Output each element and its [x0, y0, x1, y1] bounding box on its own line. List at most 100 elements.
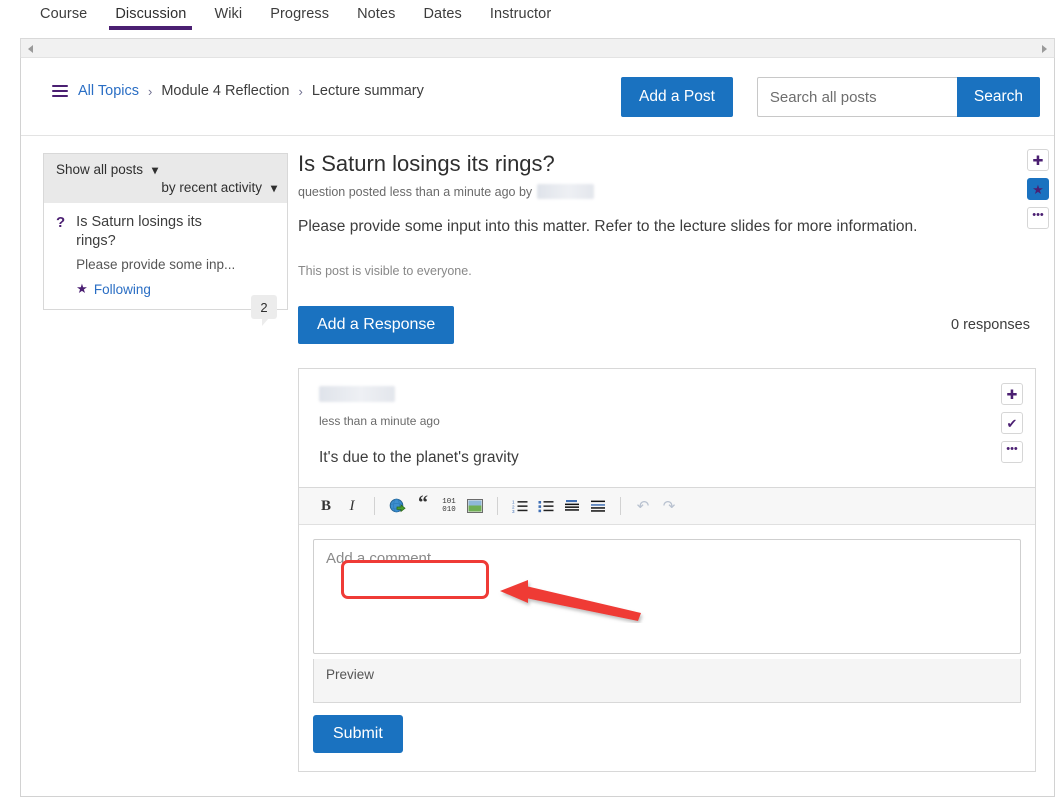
hamburger-icon[interactable]	[52, 85, 68, 97]
tab-label: Instructor	[489, 6, 552, 22]
tab-discussion[interactable]: Discussion	[101, 0, 200, 34]
tab-course[interactable]: Course	[26, 0, 101, 34]
course-tabs: Course Discussion Wiki Progress Notes Da…	[0, 0, 1060, 34]
list-item-title: Is Saturn losings its rings?	[76, 214, 202, 249]
comment-input[interactable]	[313, 539, 1021, 654]
star-icon[interactable]: ★	[1027, 178, 1049, 200]
question-mark-icon: ?	[56, 214, 66, 231]
response-text: It's due to the planet's gravity	[319, 449, 519, 466]
redacted-response-author	[319, 386, 395, 402]
post-meta-text: question posted less than a minute ago b…	[298, 184, 533, 199]
insert-image-icon[interactable]	[462, 494, 488, 518]
post-action-icons: ✚ ★ •••	[1027, 149, 1049, 229]
tab-label: Discussion	[115, 6, 187, 22]
following-indicator[interactable]: ★ Following	[76, 281, 235, 297]
blockquote-icon[interactable]: “	[410, 491, 436, 515]
submit-row: Submit	[299, 703, 1035, 771]
list-item-content: Is Saturn losings its rings? Please prov…	[76, 213, 235, 297]
comment-count-badge: 2	[251, 295, 277, 326]
tab-wiki[interactable]: Wiki	[200, 0, 256, 34]
plus-icon[interactable]: ✚	[1001, 383, 1023, 405]
toolbar-divider	[620, 497, 621, 515]
discussion-body: Show all posts ▾ by recent activity ▾ ?	[21, 136, 1054, 796]
scroll-right-arrow-icon[interactable]	[1042, 44, 1047, 53]
horizontal-scrollbar[interactable]	[20, 38, 1055, 58]
breadcrumb-current: Lecture summary	[311, 83, 424, 99]
editor-toolbar: B I “ 101 010 1 2 3 ↶ ↷	[299, 488, 1035, 525]
italic-icon[interactable]: I	[339, 494, 365, 518]
preview-pane: Preview	[313, 659, 1021, 703]
sort-label: by recent activity	[161, 180, 262, 195]
page-title: Is Saturn losings its rings?	[298, 151, 555, 176]
discussion-frame: All Topics › Module 4 Reflection › Lectu…	[20, 57, 1055, 797]
breadcrumb-module[interactable]: Module 4 Reflection	[161, 83, 289, 99]
search-group: Search	[756, 77, 1040, 117]
tab-label: Wiki	[214, 6, 243, 22]
tab-dates[interactable]: Dates	[409, 0, 475, 34]
tab-label: Notes	[357, 6, 396, 22]
header-actions: Add a Post Search	[621, 77, 1040, 117]
course-tab-bar: Course Discussion Wiki Progress Notes Da…	[0, 0, 1060, 34]
response-timestamp: less than a minute ago	[319, 414, 440, 428]
plus-icon[interactable]: ✚	[1027, 149, 1049, 171]
tab-label: Progress	[270, 6, 330, 22]
toolbar-divider	[497, 497, 498, 515]
post-meta: question posted less than a minute ago b…	[298, 184, 1036, 199]
search-input[interactable]	[756, 77, 957, 117]
filter-label: Show all posts	[56, 162, 144, 177]
list-item-snippet: Please provide some inp...	[76, 257, 236, 272]
more-options-icon[interactable]: •••	[1027, 207, 1049, 229]
tab-label: Course	[40, 6, 88, 22]
post-body: Please provide some input into this matt…	[298, 218, 918, 235]
chevron-down-icon: ▾	[270, 180, 277, 195]
tab-instructor[interactable]: Instructor	[476, 0, 565, 34]
numbered-list-icon[interactable]: 1 2 3	[507, 494, 533, 518]
response-action-icons: ✚ ✔ •••	[1001, 383, 1023, 463]
more-options-icon[interactable]: •••	[1001, 441, 1023, 463]
add-post-button[interactable]: Add a Post	[621, 77, 733, 117]
breadcrumb-all-topics[interactable]: All Topics	[78, 83, 139, 99]
search-button[interactable]: Search	[956, 77, 1040, 117]
following-label: Following	[93, 281, 151, 297]
align-left-icon[interactable]	[559, 494, 585, 518]
post-list-filters: Show all posts ▾ by recent activity ▾	[44, 154, 287, 203]
comment-input-wrap	[299, 525, 1035, 659]
bold-icon[interactable]: B	[313, 494, 339, 518]
scroll-left-arrow-icon[interactable]	[28, 44, 33, 53]
redo-icon[interactable]: ↷	[656, 494, 682, 518]
response-content: less than a minute ago It's due to the p…	[299, 369, 1035, 487]
insert-link-icon[interactable]	[384, 494, 410, 518]
post-list-sidebar: Show all posts ▾ by recent activity ▾ ?	[21, 136, 288, 796]
code-block-icon[interactable]: 101 010	[436, 494, 462, 518]
submit-button[interactable]: Submit	[313, 715, 403, 753]
list-item[interactable]: ? Is Saturn losings its rings? Please pr…	[44, 203, 287, 326]
redacted-author-name	[537, 184, 595, 199]
response-card: less than a minute ago It's due to the p…	[298, 368, 1036, 772]
discussion-page: Course Discussion Wiki Progress Notes Da…	[0, 0, 1060, 804]
toolbar-divider	[374, 497, 375, 515]
response-actions-row: Add a Response 0 responses	[298, 306, 1036, 344]
breadcrumb-separator-icon: ›	[147, 83, 153, 99]
align-justify-icon[interactable]	[585, 494, 611, 518]
list-item-inner: ? Is Saturn losings its rings? Please pr…	[56, 213, 275, 297]
discussion-header: All Topics › Module 4 Reflection › Lectu…	[21, 58, 1054, 136]
svg-text:3: 3	[512, 509, 515, 513]
star-icon: ★	[76, 281, 88, 296]
post-detail: Is Saturn losings its rings? question po…	[286, 136, 1054, 796]
chevron-down-icon: ▾	[152, 162, 159, 177]
add-response-button[interactable]: Add a Response	[298, 306, 455, 344]
post-visibility-note: This post is visible to everyone.	[298, 264, 472, 278]
breadcrumb-separator-icon: ›	[298, 83, 303, 99]
bullet-list-icon[interactable]	[533, 494, 559, 518]
comment-editor: B I “ 101 010 1 2 3 ↶ ↷ Add a comment Pr…	[299, 487, 1035, 771]
post-list-card: Show all posts ▾ by recent activity ▾ ?	[43, 153, 288, 326]
response-count: 0 responses	[951, 317, 1030, 333]
breadcrumb: All Topics › Module 4 Reflection › Lectu…	[52, 83, 424, 99]
undo-icon[interactable]: ↶	[630, 494, 656, 518]
filter-dropdown[interactable]: Show all posts ▾	[56, 162, 277, 177]
tab-label: Dates	[423, 6, 462, 22]
tab-notes[interactable]: Notes	[343, 0, 409, 34]
tab-progress[interactable]: Progress	[256, 0, 343, 34]
sort-dropdown[interactable]: by recent activity ▾	[56, 180, 277, 195]
check-icon[interactable]: ✔	[1001, 412, 1023, 434]
